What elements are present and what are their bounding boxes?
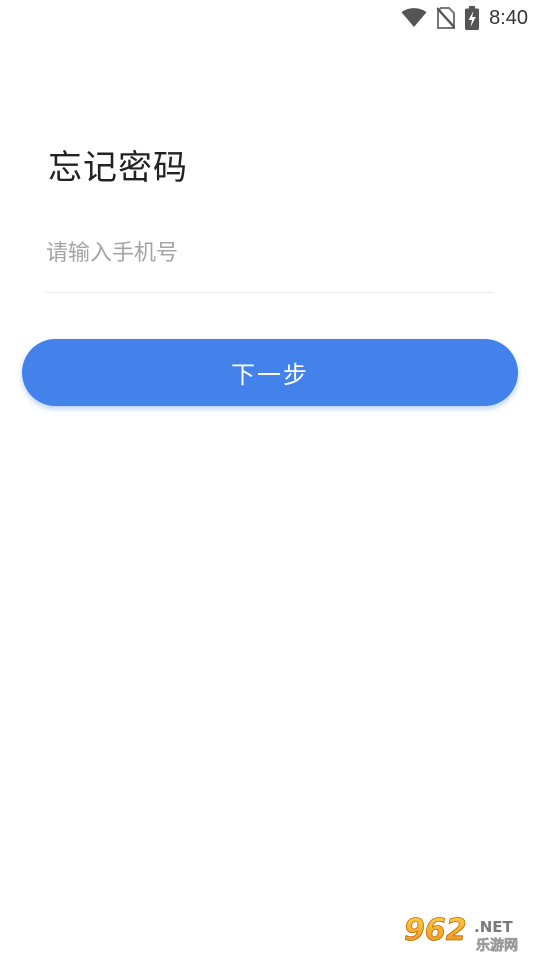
status-time: 8:40: [489, 7, 528, 29]
watermark-suffix: .NET: [474, 918, 513, 936]
battery-charging-icon: [465, 6, 480, 30]
status-bar: 8:40: [0, 0, 540, 36]
no-sim-icon: [437, 7, 456, 29]
watermark-number: 962: [404, 913, 467, 948]
input-divider: [46, 292, 494, 293]
phone-number-input[interactable]: [46, 230, 494, 276]
page-title: 忘记密码: [48, 148, 188, 188]
next-step-button[interactable]: 下一步: [22, 339, 518, 406]
wifi-icon: [401, 8, 427, 27]
watermark-logo: 962 .NET 乐游网: [404, 913, 519, 954]
status-icons: 8:40: [401, 5, 528, 31]
watermark-subtitle: 乐游网: [476, 937, 518, 954]
